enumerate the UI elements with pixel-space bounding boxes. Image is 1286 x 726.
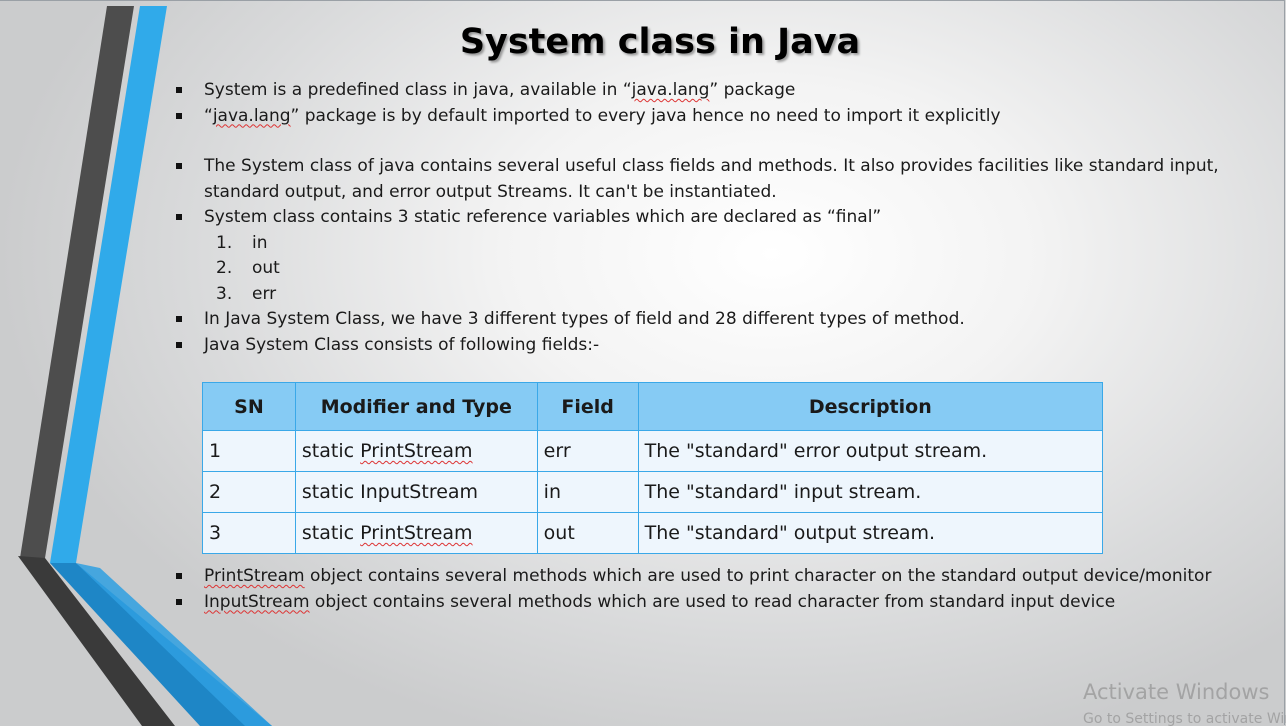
spellcheck-word: java.lang: [631, 80, 710, 100]
bullet-text: ” package: [709, 80, 796, 100]
item-text: out: [252, 258, 280, 278]
bullet-item: In Java System Class, we have 3 differen…: [176, 307, 1246, 333]
table-row: 2 static InputStream in The "standard" i…: [202, 471, 1104, 513]
cell-sn: 1: [202, 430, 296, 472]
bullet-text: ” package is by default imported to ever…: [290, 105, 1001, 126]
fields-table: SN Modifier and Type Field Description 1…: [202, 382, 1104, 554]
slide-title: System class in Java: [459, 22, 861, 62]
bullet-text: object contains several methods which ar…: [304, 566, 1212, 586]
spellcheck-word: PrintStream: [204, 566, 305, 586]
type-text: InputStream: [360, 481, 479, 503]
cell-sn: 3: [202, 512, 296, 554]
table-row: 1 static PrintStream err The "standard" …: [202, 430, 1104, 472]
cell-modifier-type: static PrintStream: [294, 430, 538, 472]
modifier-text: static: [301, 481, 361, 503]
numbered-item: 1. in: [176, 231, 1246, 257]
item-text: err: [252, 283, 277, 304]
bullet-item: InputStream object contains several meth…: [176, 590, 1266, 616]
header-modifier-type: Modifier and Type: [294, 382, 538, 431]
bottom-bullet-list: PrintStream object contains several meth…: [176, 564, 1266, 615]
cell-field: err: [536, 430, 639, 472]
bullet-item: “java.lang” package is by default import…: [176, 104, 1246, 130]
bullet-text: object contains several methods which ar…: [309, 591, 1116, 612]
cell-field: in: [536, 471, 639, 513]
numbered-item: 3. err: [176, 282, 1246, 308]
cell-description: The "standard" output stream.: [637, 512, 1104, 554]
item-number: 3.: [216, 283, 233, 304]
bullet-item: Java System Class consists of following …: [176, 333, 1246, 359]
item-number: 1.: [216, 232, 233, 253]
spellcheck-word: PrintStream: [360, 522, 473, 544]
cell-modifier-type: static PrintStream: [294, 512, 538, 554]
bullet-item: System class contains 3 static reference…: [176, 205, 1246, 231]
cell-sn: 2: [202, 471, 296, 513]
bullet-text: “: [204, 105, 213, 126]
spellcheck-word: java.lang: [212, 105, 291, 126]
item-number: 2.: [216, 258, 233, 278]
bullet-item: System is a predefined class in java, av…: [176, 78, 1246, 104]
table-row: 3 static PrintStream out The "standard" …: [202, 512, 1104, 554]
bullet-list: System is a predefined class in java, av…: [176, 78, 1246, 358]
header-description: Description: [637, 382, 1104, 431]
header-sn: SN: [202, 382, 296, 431]
table-header-row: SN Modifier and Type Field Description: [202, 382, 1104, 431]
cell-description: The "standard" input stream.: [637, 471, 1104, 513]
item-text: in: [252, 232, 268, 253]
header-field: Field: [536, 382, 639, 431]
cell-modifier-type: static InputStream: [294, 471, 538, 513]
bullet-item: The System class of java contains severa…: [176, 154, 1246, 205]
spellcheck-word: PrintStream: [360, 440, 473, 462]
cell-field: out: [536, 512, 639, 554]
bullet-text: System is a predefined class in java, av…: [204, 80, 632, 100]
spellcheck-word: InputStream: [204, 591, 310, 612]
modifier-text: static: [301, 522, 361, 544]
cell-description: The "standard" error output stream.: [637, 430, 1104, 472]
numbered-item: 2. out: [176, 256, 1246, 282]
activation-watermark: Activate Windows: [1083, 680, 1270, 704]
modifier-text: static: [301, 440, 361, 462]
activation-watermark-subtext: Go to Settings to activate Windows.: [1083, 711, 1286, 726]
bullet-item: PrintStream object contains several meth…: [176, 564, 1266, 590]
